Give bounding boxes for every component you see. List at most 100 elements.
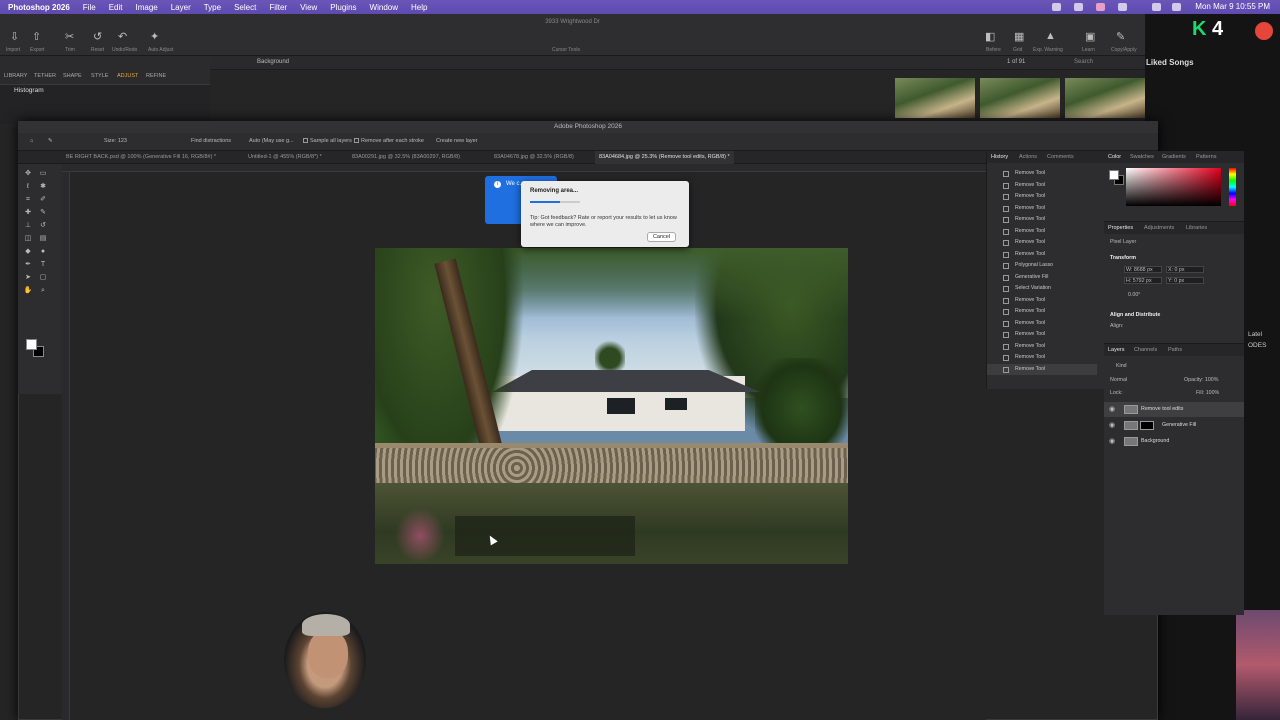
menu-app-name[interactable]: Photoshop 2026: [8, 3, 70, 12]
menu-file[interactable]: File: [83, 3, 96, 12]
mode-select[interactable]: Auto (May use g...: [249, 138, 294, 144]
align-label[interactable]: Align and Distribute: [1110, 312, 1160, 318]
visibility-eye-icon[interactable]: ◉: [1109, 402, 1115, 417]
history-item[interactable]: Remove Tool: [987, 318, 1097, 330]
healing-tool-icon[interactable]: ✚: [23, 209, 33, 217]
history-item[interactable]: Remove Tool: [987, 168, 1097, 180]
brush-tool-icon[interactable]: ✎: [38, 209, 48, 217]
menu-edit[interactable]: Edit: [109, 3, 123, 12]
zoom-tool-icon[interactable]: ⌕: [38, 287, 48, 295]
status-icon[interactable]: [1096, 3, 1105, 11]
tab-tether[interactable]: TETHER: [34, 73, 56, 79]
tab-comments[interactable]: Comments: [1047, 154, 1074, 160]
visibility-eye-icon[interactable]: ◉: [1109, 434, 1115, 449]
tab-actions[interactable]: Actions: [1019, 154, 1037, 160]
color-picker-field[interactable]: [1126, 168, 1221, 206]
doc-tab-active[interactable]: 83A04684.jpg @ 25.3% (Remove tool edits,…: [595, 151, 734, 164]
wifi-icon[interactable]: [1152, 3, 1161, 11]
history-item[interactable]: Select Variation: [987, 283, 1097, 295]
checkbox[interactable]: [303, 138, 308, 144]
undo-icon[interactable]: ↶: [118, 30, 127, 43]
pen-tool-icon[interactable]: ✒: [23, 261, 33, 269]
home-icon[interactable]: ⌂: [30, 138, 33, 144]
film-thumb[interactable]: [895, 78, 975, 118]
hue-slider[interactable]: [1229, 168, 1236, 206]
transform-label[interactable]: Transform: [1110, 255, 1136, 261]
tab-paths[interactable]: Paths: [1168, 347, 1182, 353]
visibility-eye-icon[interactable]: ◉: [1109, 418, 1115, 433]
checkbox[interactable]: [354, 138, 359, 144]
history-item[interactable]: Remove Tool: [987, 226, 1097, 238]
history-item[interactable]: Remove Tool: [987, 295, 1097, 307]
tab-libraries[interactable]: Libraries: [1186, 225, 1207, 231]
cancel-button[interactable]: Cancel: [647, 232, 676, 242]
history-item[interactable]: Remove Tool: [987, 237, 1097, 249]
tab-shape[interactable]: SHAPE: [63, 73, 82, 79]
menu-select[interactable]: Select: [234, 3, 256, 12]
menu-layer[interactable]: Layer: [171, 3, 191, 12]
brush-size[interactable]: Size: 123: [104, 138, 127, 144]
history-item[interactable]: Remove Tool: [987, 249, 1097, 261]
remove-tool-icon[interactable]: ✎: [48, 138, 53, 144]
find-distractions-button[interactable]: Find distractions: [191, 138, 231, 144]
menu-help[interactable]: Help: [411, 3, 427, 12]
remove-after-stroke[interactable]: Remove after each stroke: [354, 138, 424, 144]
film-thumb[interactable]: [980, 78, 1060, 118]
status-icon[interactable]: [1074, 3, 1083, 11]
learn-icon[interactable]: ▣: [1085, 30, 1095, 43]
tab-style[interactable]: STYLE: [91, 73, 108, 79]
menu-type[interactable]: Type: [204, 3, 221, 12]
menu-plugins[interactable]: Plugins: [330, 3, 356, 12]
before-icon[interactable]: ◧: [985, 30, 995, 43]
history-item[interactable]: Remove Tool: [987, 352, 1097, 364]
history-item[interactable]: Remove Tool: [987, 363, 1097, 375]
lasso-tool-icon[interactable]: ℓ: [23, 183, 33, 191]
tab-layers[interactable]: Layers: [1108, 347, 1125, 353]
fill-field[interactable]: Fill: 100%: [1196, 390, 1219, 396]
history-item[interactable]: Remove Tool: [987, 341, 1097, 353]
status-icon[interactable]: [1052, 3, 1061, 11]
menu-view[interactable]: View: [300, 3, 317, 12]
dodge-tool-icon[interactable]: ●: [38, 248, 48, 256]
opacity-field[interactable]: Opacity: 100%: [1184, 377, 1218, 383]
layer-row[interactable]: ◉ Remove tool edits: [1104, 402, 1244, 417]
tab-refine[interactable]: REFINE: [146, 73, 166, 79]
blend-mode-select[interactable]: Normal: [1110, 377, 1127, 383]
gradient-tool-icon[interactable]: ▤: [38, 235, 48, 243]
stamp-tool-icon[interactable]: ⊥: [23, 222, 33, 230]
document-image[interactable]: [375, 248, 848, 564]
tab-channels[interactable]: Channels: [1134, 347, 1157, 353]
history-item[interactable]: Remove Tool: [987, 214, 1097, 226]
tab-adjustments[interactable]: Adjustments: [1144, 225, 1174, 231]
film-thumb[interactable]: [1065, 78, 1145, 118]
menu-image[interactable]: Image: [135, 3, 157, 12]
export-icon[interactable]: ⇧: [32, 30, 41, 43]
history-item[interactable]: Remove Tool: [987, 306, 1097, 318]
menu-window[interactable]: Window: [370, 3, 398, 12]
reset-icon[interactable]: ↺: [93, 30, 102, 43]
move-tool-icon[interactable]: ✥: [23, 170, 33, 178]
record-icon[interactable]: [1255, 22, 1273, 40]
create-new-layer[interactable]: Create new layer: [436, 138, 478, 144]
layer-filter-kind[interactable]: Kind: [1116, 363, 1127, 369]
doc-tab[interactable]: BE RIGHT BACK.psd @ 100% (Generative Fil…: [62, 151, 220, 164]
tab-swatches[interactable]: Swatches: [1130, 154, 1154, 160]
hand-tool-icon[interactable]: ✋: [23, 287, 33, 295]
status-icon[interactable]: [1118, 3, 1127, 11]
blur-tool-icon[interactable]: ◆: [23, 248, 33, 256]
history-item[interactable]: Remove Tool: [987, 180, 1097, 192]
history-brush-icon[interactable]: ↺: [38, 222, 48, 230]
doc-tab[interactable]: 83A04678.jpg @ 32.5% (RGB/8): [490, 151, 578, 164]
history-item[interactable]: Remove Tool: [987, 203, 1097, 215]
tab-adjust[interactable]: ADJUST: [117, 73, 138, 79]
tab-patterns[interactable]: Patterns: [1196, 154, 1216, 160]
shape-tool-icon[interactable]: ▢: [38, 274, 48, 282]
search-input[interactable]: Search: [1074, 59, 1093, 65]
crop-tool-icon[interactable]: ⌗: [23, 196, 33, 204]
tab-color[interactable]: Color: [1108, 154, 1121, 160]
history-item[interactable]: Polygonal Lasso: [987, 260, 1097, 272]
angle-value[interactable]: 0.00°: [1128, 292, 1140, 298]
magic-wand-icon[interactable]: ✱: [38, 183, 48, 191]
eyedropper-icon[interactable]: ✐: [38, 196, 48, 204]
layer-select[interactable]: Background: [257, 59, 289, 65]
